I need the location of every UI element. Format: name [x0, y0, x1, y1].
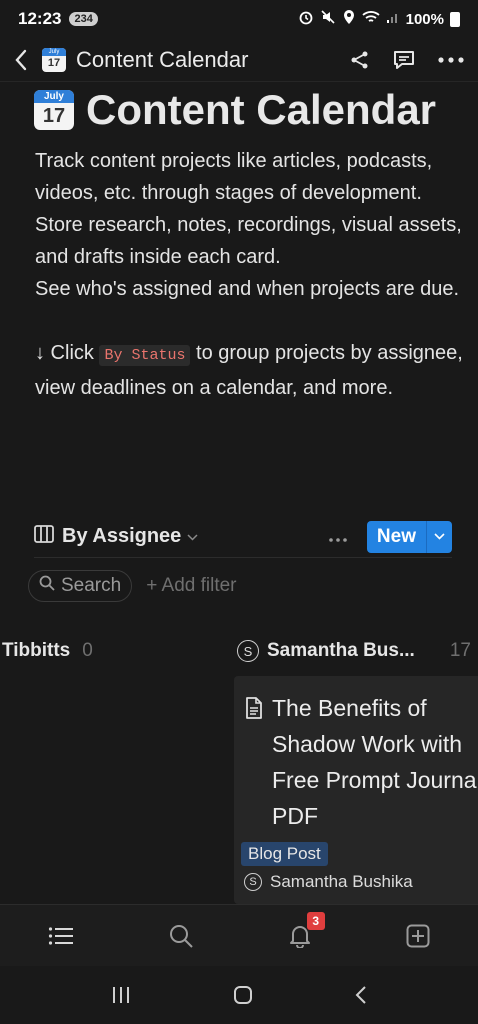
battery-percent: 100%: [405, 10, 444, 28]
home-icon[interactable]: [233, 985, 253, 1005]
add-filter-button[interactable]: + Add filter: [146, 575, 236, 597]
assignee-name: Samantha Bushika: [270, 872, 413, 891]
status-time: 12:23: [18, 9, 62, 28]
alarm-icon: [298, 9, 314, 29]
calendar-icon-month: July: [34, 90, 74, 103]
view-bar: By Assignee New: [34, 516, 452, 558]
comment-icon[interactable]: [392, 49, 416, 71]
page-icon: [244, 696, 264, 834]
group-count: 17: [449, 640, 471, 661]
group-header[interactable]: S Samantha Bus... 17: [237, 640, 471, 662]
board-view-icon: [34, 525, 54, 548]
notification-badge: 3: [306, 911, 325, 930]
battery-icon: [450, 11, 460, 27]
group-name: Tibbitts: [2, 640, 71, 661]
mute-icon: [320, 9, 336, 29]
calendar-icon: July 17: [34, 90, 74, 130]
new-page-icon[interactable]: [406, 924, 430, 948]
view-selector[interactable]: By Assignee: [62, 525, 181, 548]
location-icon: [342, 9, 356, 29]
group-header[interactable]: Tibbitts 0: [2, 640, 93, 662]
card-title: The Benefits of Shadow Work with Free Pr…: [272, 695, 478, 829]
status-bar: 12:23 234 100%: [0, 0, 478, 38]
more-options-icon[interactable]: [438, 56, 464, 63]
calendar-icon-day: 17: [42, 105, 66, 127]
page-title: July 17 Content Calendar: [34, 86, 474, 134]
calendar-icon: July 17: [42, 47, 66, 72]
notification-count-badge: 234: [69, 12, 98, 26]
back-button[interactable]: [14, 49, 28, 71]
group-name: Samantha Bus...: [267, 640, 415, 661]
list-icon[interactable]: [48, 926, 74, 946]
new-button[interactable]: New: [367, 521, 426, 553]
filter-bar: Search + Add filter: [28, 570, 237, 602]
description-line: Store research, notes, recordings, visua…: [35, 214, 462, 268]
new-dropdown-chevron-icon[interactable]: [426, 520, 452, 553]
nav-title[interactable]: Content Calendar: [76, 47, 248, 73]
board-card[interactable]: The Benefits of Shadow Work with Free Pr…: [234, 676, 478, 904]
page-title-text[interactable]: Content Calendar: [86, 86, 436, 134]
notifications-icon[interactable]: 3: [289, 911, 325, 948]
bottom-navigation: 3: [0, 904, 478, 966]
inline-code: By Status: [99, 345, 191, 366]
group-count: 0: [82, 640, 93, 661]
calendar-icon-month: July: [42, 47, 66, 56]
search-button[interactable]: Search: [28, 570, 133, 602]
avatar: S: [244, 873, 262, 891]
avatar: S: [237, 640, 259, 662]
description-line: See who's assigned and when projects are…: [35, 278, 460, 300]
status-icons: 100%: [298, 9, 460, 29]
search-icon: [39, 575, 55, 597]
hint-line: ↓ Click By Status to group projects by a…: [35, 337, 465, 404]
wifi-icon: [362, 9, 380, 29]
system-navigation: [0, 966, 478, 1024]
chevron-down-icon[interactable]: [187, 530, 198, 544]
view-more-icon[interactable]: [329, 526, 347, 547]
search-label: Search: [61, 575, 122, 596]
signal-icon: [386, 10, 400, 28]
top-navigation: July 17 Content Calendar: [0, 38, 478, 82]
recent-apps-icon[interactable]: [111, 986, 131, 1004]
share-icon[interactable]: [350, 50, 370, 70]
new-button-group: New: [366, 520, 452, 553]
description-line: Track content projects like articles, po…: [35, 150, 433, 204]
page-description: Track content projects like articles, po…: [35, 145, 465, 404]
nav-actions: [350, 49, 464, 71]
system-back-icon[interactable]: [355, 985, 367, 1005]
search-icon[interactable]: [169, 924, 193, 948]
card-assignee: S Samantha Bushika: [244, 872, 478, 892]
hint-prefix: ↓ Click: [35, 342, 100, 364]
calendar-icon-day: 17: [47, 56, 61, 69]
tag-badge: Blog Post: [241, 842, 328, 866]
